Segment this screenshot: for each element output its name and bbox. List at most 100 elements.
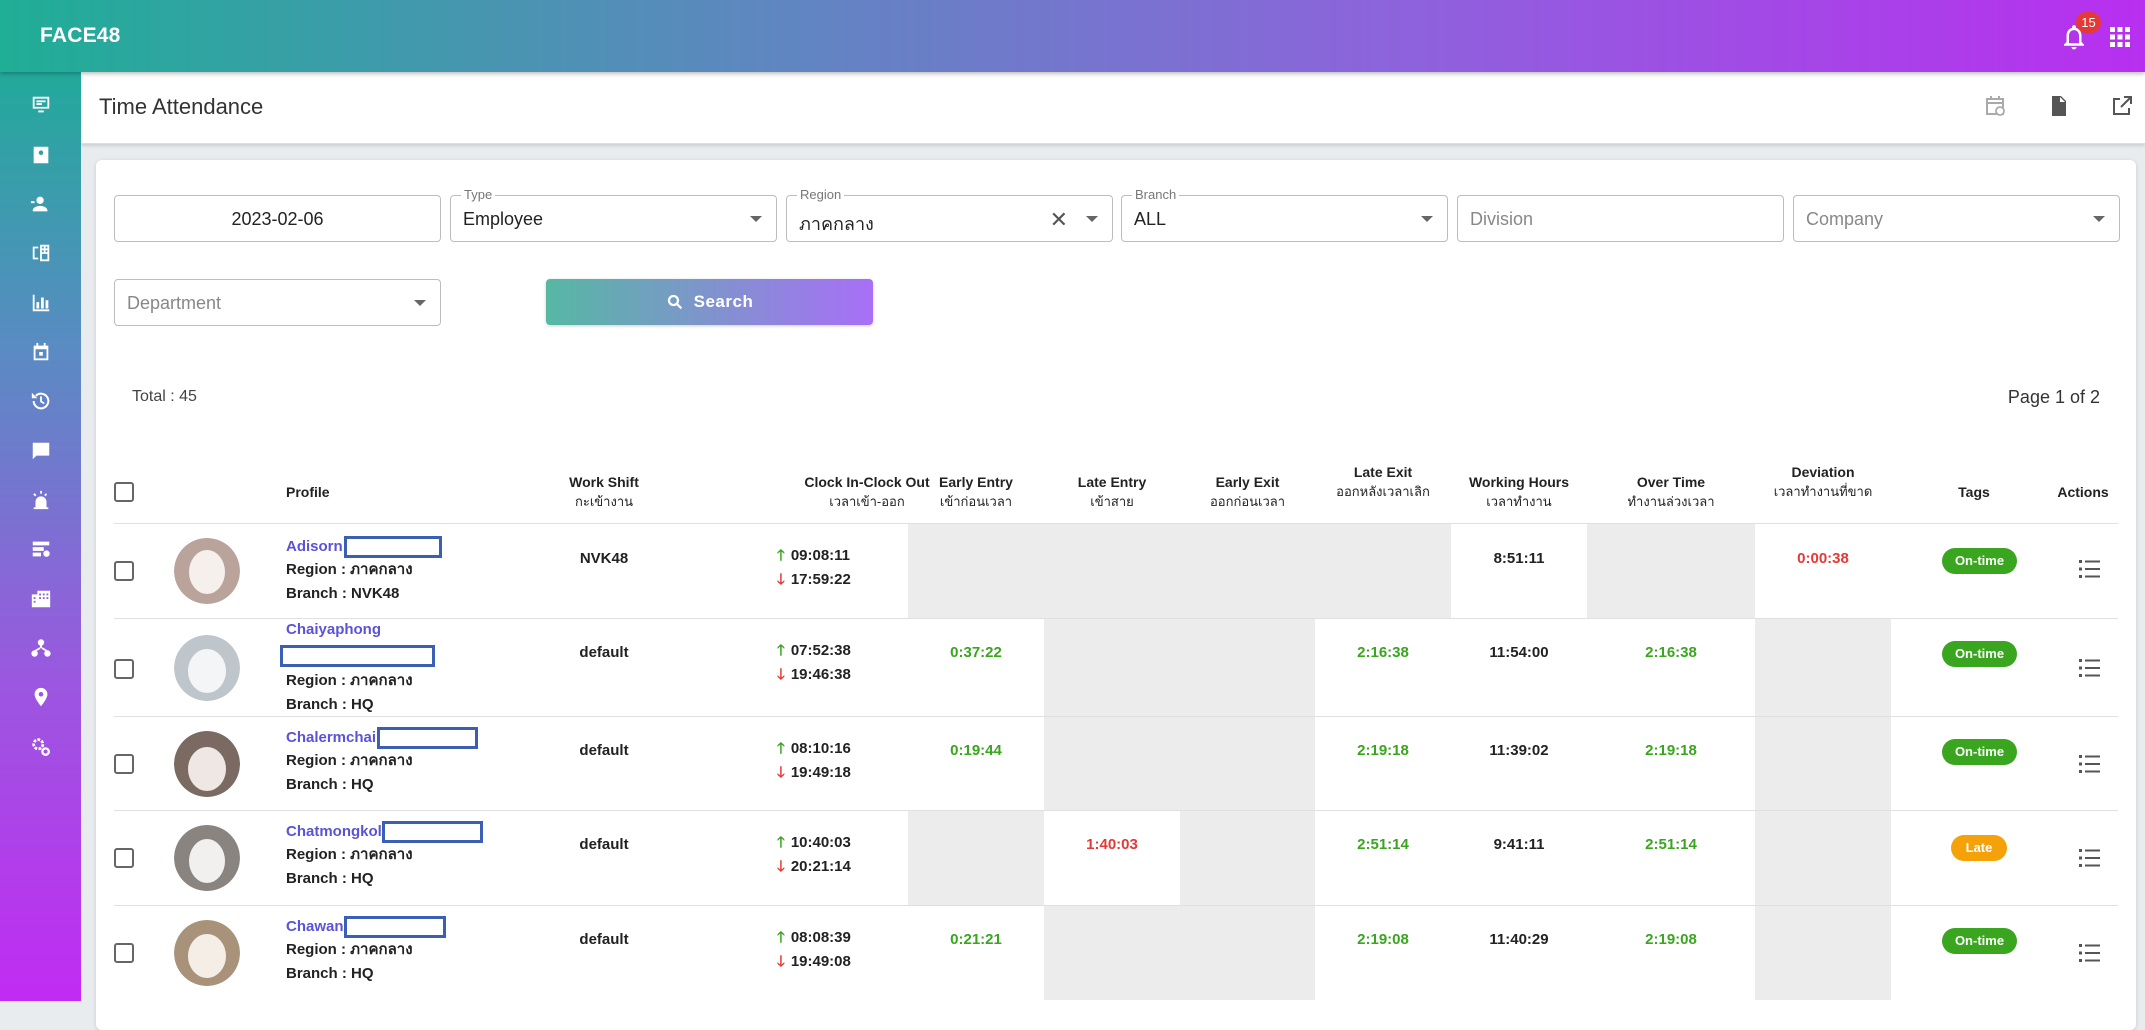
work-shift: default bbox=[579, 742, 629, 759]
branch-text: Branch : HQ bbox=[286, 696, 374, 713]
header-over-time-en: Over Time bbox=[1636, 474, 1706, 490]
employee-details: Region : ภาคกลาง Branch : HQ bbox=[286, 938, 413, 986]
over-time: 2:51:14 bbox=[1645, 836, 1697, 853]
chevron-down-icon[interactable] bbox=[1421, 216, 1433, 222]
division-placeholder: Division bbox=[1470, 209, 1534, 229]
header-deviation: Deviation เวลาทำงานที่ขาด bbox=[1755, 462, 1891, 502]
working-hours: 9:41:11 bbox=[1493, 836, 1545, 853]
work-shift: default bbox=[579, 836, 629, 853]
region-select[interactable]: Region ภาคกลาง ✕ bbox=[786, 187, 1113, 242]
employee-name[interactable]: Chaiyaphong bbox=[286, 621, 381, 638]
header-work-shift-th: กะเข้างาน bbox=[574, 494, 634, 509]
clock-out: 19:46:38 bbox=[790, 666, 851, 683]
clock-in: 10:40:03 bbox=[790, 834, 851, 851]
late-exit: 2:19:08 bbox=[1357, 931, 1409, 948]
region-label: Region bbox=[797, 187, 845, 202]
location-pin-icon[interactable] bbox=[28, 684, 54, 710]
list-menu-icon[interactable] bbox=[2078, 753, 2102, 775]
avatar bbox=[174, 635, 240, 701]
select-all-checkbox[interactable] bbox=[114, 482, 134, 502]
employee-details: Region : ภาคกลาง Branch : HQ bbox=[286, 843, 413, 891]
table-row: Chalermchai Region : ภาคกลาง Branch : HQ … bbox=[114, 716, 2118, 810]
clock-in: 08:08:39 bbox=[790, 929, 851, 946]
database-settings-icon[interactable] bbox=[28, 536, 54, 562]
list-menu-icon[interactable] bbox=[2078, 942, 2102, 964]
office-building-icon[interactable] bbox=[28, 586, 54, 612]
early-entry: 0:21:21 bbox=[950, 931, 1002, 948]
employee-name[interactable]: Chawan bbox=[286, 918, 344, 935]
status-badge: Late bbox=[1951, 835, 2007, 861]
page-header: Time Attendance bbox=[81, 72, 2145, 144]
company-placeholder: Company bbox=[1806, 209, 1884, 229]
header-late-exit-en: Late Exit bbox=[1353, 464, 1413, 480]
settings-cogs-icon[interactable] bbox=[28, 734, 54, 760]
employee-name[interactable]: Adisorn bbox=[286, 538, 343, 555]
chevron-down-icon[interactable] bbox=[1086, 216, 1098, 222]
late-entry: 1:40:03 bbox=[1086, 836, 1138, 853]
date-field[interactable]: 2023-02-06 bbox=[114, 195, 441, 242]
row-checkbox[interactable] bbox=[114, 561, 134, 581]
arrow-up-icon: 🡑 bbox=[777, 929, 785, 946]
region-value: ภาคกลาง bbox=[799, 214, 874, 234]
header-deviation-en: Deviation bbox=[1791, 464, 1855, 480]
arrow-up-icon: 🡑 bbox=[777, 547, 785, 564]
header-over-time: Over Time ทำงานล่วงเวลา bbox=[1587, 472, 1755, 512]
header-early-exit-en: Early Exit bbox=[1215, 474, 1280, 490]
header-early-exit-th: ออกก่อนเวลา bbox=[1209, 494, 1286, 509]
arrow-up-icon: 🡑 bbox=[777, 740, 785, 757]
brand-logo[interactable]: FACE48 bbox=[40, 24, 121, 48]
apps-grid-icon[interactable] bbox=[2108, 25, 2132, 49]
chevron-down-icon[interactable] bbox=[2093, 216, 2105, 222]
row-checkbox[interactable] bbox=[114, 943, 134, 963]
list-menu-icon[interactable] bbox=[2078, 558, 2102, 580]
header-work-shift-en: Work Shift bbox=[569, 474, 639, 490]
region-text: Region : ภาคกลาง bbox=[286, 846, 413, 863]
external-link-icon[interactable] bbox=[2110, 94, 2138, 122]
header-working-hours-en: Working Hours bbox=[1468, 474, 1570, 490]
calendar-refresh-icon[interactable] bbox=[1983, 94, 2011, 122]
row-checkbox[interactable] bbox=[114, 659, 134, 679]
monitor-icon[interactable] bbox=[28, 92, 54, 118]
clear-icon[interactable]: ✕ bbox=[1050, 207, 1068, 233]
type-select[interactable]: Type Employee bbox=[450, 187, 777, 242]
chevron-down-icon[interactable] bbox=[750, 216, 762, 222]
header-work-shift: Work Shift กะเข้างาน bbox=[544, 472, 664, 512]
header-profile: Profile bbox=[286, 484, 330, 500]
alarm-light-icon[interactable] bbox=[28, 487, 54, 513]
search-button[interactable]: Search bbox=[546, 279, 873, 325]
employee-name[interactable]: Chalermchai bbox=[286, 729, 376, 746]
working-hours: 11:39:02 bbox=[1489, 742, 1549, 759]
branch-value: ALL bbox=[1134, 209, 1167, 229]
chevron-down-icon[interactable] bbox=[414, 300, 426, 306]
division-field[interactable]: Division bbox=[1457, 195, 1784, 242]
row-checkbox[interactable] bbox=[114, 848, 134, 868]
hierarchy-icon[interactable] bbox=[28, 635, 54, 661]
avatar bbox=[174, 538, 240, 604]
calendar-icon[interactable] bbox=[28, 339, 54, 365]
header-late-exit: Late Exit ออกหลังเวลาเลิก bbox=[1315, 462, 1451, 502]
bar-chart-icon[interactable] bbox=[28, 290, 54, 316]
contact-card-icon[interactable] bbox=[28, 142, 54, 168]
clock-history-icon[interactable] bbox=[28, 388, 54, 414]
region-text: Region : ภาคกลาง bbox=[286, 561, 413, 578]
redaction-box bbox=[382, 821, 483, 843]
department-select[interactable]: Department bbox=[114, 279, 441, 326]
branch-select[interactable]: Branch ALL bbox=[1121, 187, 1448, 242]
chat-icon[interactable] bbox=[28, 438, 54, 464]
row-checkbox[interactable] bbox=[114, 754, 134, 774]
employee-name[interactable]: Chatmongkol bbox=[286, 823, 382, 840]
file-download-icon[interactable] bbox=[2047, 94, 2075, 122]
building-icon[interactable] bbox=[28, 240, 54, 266]
list-menu-icon[interactable] bbox=[2078, 847, 2102, 869]
company-select[interactable]: Company bbox=[1793, 195, 2120, 242]
clock-in: 09:08:11 bbox=[790, 547, 851, 564]
empty-cell bbox=[1587, 524, 1755, 618]
late-exit: 2:16:38 bbox=[1357, 644, 1409, 661]
top-bar: FACE48 15 bbox=[0, 0, 2145, 72]
search-icon bbox=[667, 294, 682, 310]
list-menu-icon[interactable] bbox=[2078, 657, 2102, 679]
status-badge: On-time bbox=[1942, 548, 2017, 574]
arrow-down-icon: 🡓 bbox=[777, 764, 785, 781]
deviation: 0:00:38 bbox=[1797, 550, 1849, 567]
user-add-icon[interactable] bbox=[28, 191, 54, 217]
